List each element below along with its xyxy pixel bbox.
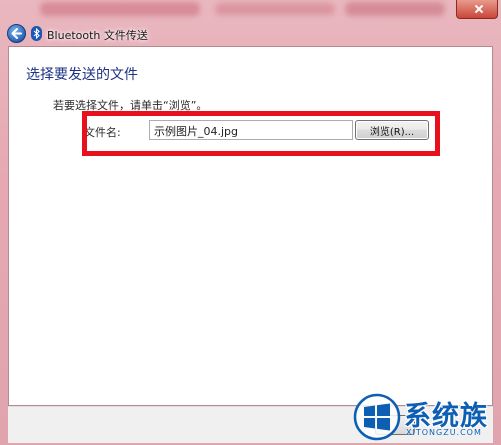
back-button[interactable]	[7, 24, 26, 43]
blurred-background	[215, 3, 335, 15]
window-frame: Bluetooth 文件传送 选择要发送的文件 若要选择文件，请单击“浏览”。 …	[0, 0, 501, 445]
window-title: Bluetooth 文件传送	[47, 29, 148, 42]
back-arrow-icon	[11, 28, 22, 39]
watermark-url: XITONGZU.COM	[406, 428, 482, 437]
bluetooth-icon	[31, 26, 42, 41]
blurred-background	[345, 2, 445, 16]
close-button[interactable]	[456, 0, 498, 19]
page-title: 选择要发送的文件	[26, 67, 138, 83]
blurred-background	[40, 2, 200, 16]
windows-logo-icon	[353, 393, 401, 441]
highlight-annotation	[82, 111, 440, 156]
